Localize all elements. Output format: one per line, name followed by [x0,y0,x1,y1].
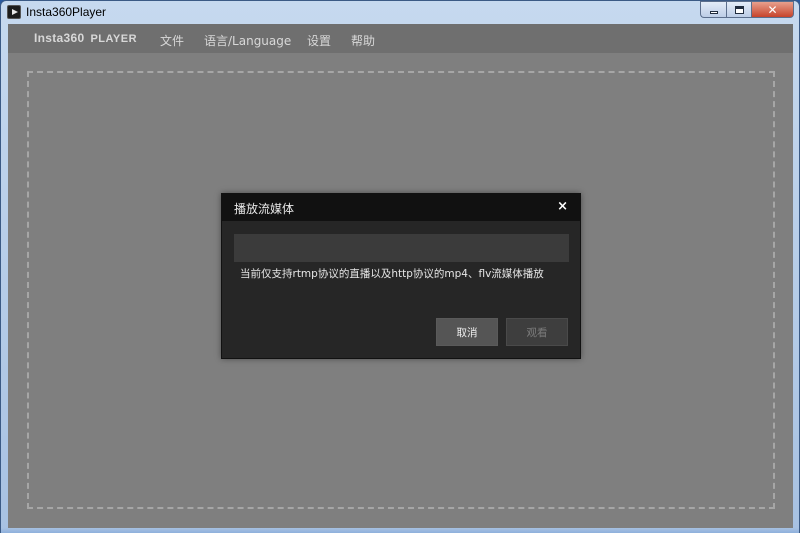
window-controls: ✕ [700,1,794,18]
dialog-header[interactable]: 播放流媒体 × [222,194,580,221]
menu-help[interactable]: 帮助 [351,32,375,49]
menu-file[interactable]: 文件 [160,32,184,49]
minimize-icon [709,11,718,14]
menu-bar: Insta360 PLAYER 文件 语言/Language 设置 帮助 [8,24,793,53]
maximize-icon [734,5,744,14]
close-window-button[interactable]: ✕ [751,1,794,18]
protocol-hint: 当前仅支持rtmp协议的直播以及http协议的mp4、flv流媒体播放 [240,268,544,280]
brand-suffix: PLAYER [90,33,138,45]
brand-name: Insta360 [34,31,85,45]
stream-dialog: 播放流媒体 × 当前仅支持rtmp协议的直播以及http协议的mp4、flv流媒… [221,193,581,359]
window-bottom-border [1,528,799,533]
app-icon [7,5,21,19]
cancel-button[interactable]: 取消 [436,318,498,346]
brand-logo: Insta360 PLAYER [34,31,137,45]
window-title: Insta360Player [26,5,107,19]
stream-url-input[interactable] [234,234,569,262]
dialog-close-icon[interactable]: × [557,199,568,214]
app-window: Insta360Player ✕ Insta360 PLAYER 文件 语言/La… [0,0,800,533]
menu-language[interactable]: 语言/Language [204,32,291,49]
minimize-button[interactable] [700,1,726,18]
menu-settings[interactable]: 设置 [307,32,331,49]
dialog-title: 播放流媒体 [234,202,295,216]
title-bar[interactable]: Insta360Player ✕ [1,1,799,24]
watch-button[interactable]: 观看 [506,318,568,346]
maximize-button[interactable] [726,1,751,18]
close-icon: ✕ [767,2,778,17]
